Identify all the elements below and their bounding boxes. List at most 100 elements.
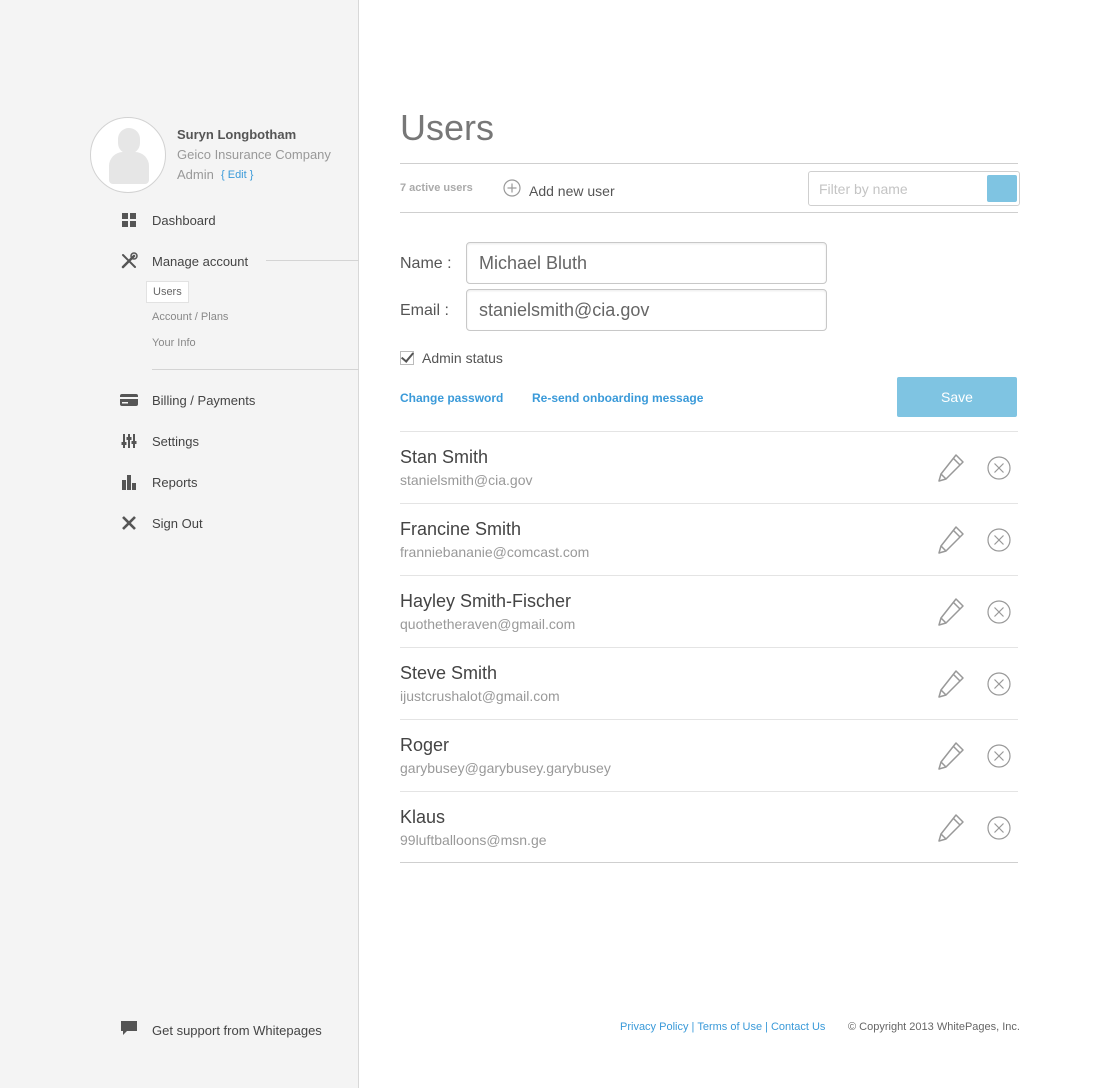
user-row: Klaus 99luftballoons@msn.ge xyxy=(400,791,1018,863)
footer-separator: | xyxy=(691,1021,695,1033)
remove-user-button[interactable] xyxy=(987,456,1011,480)
name-field[interactable] xyxy=(466,242,827,284)
admin-status-label: Admin status xyxy=(422,350,503,366)
nav-item-reports[interactable]: Reports xyxy=(120,472,198,492)
profile-role: Admin xyxy=(177,167,214,182)
user-name: Stan Smith xyxy=(400,447,489,467)
nav-item-billing[interactable]: Billing / Payments xyxy=(120,390,255,410)
edit-user-button[interactable] xyxy=(936,524,966,556)
page-title: Users xyxy=(400,107,495,148)
save-button[interactable]: Save xyxy=(897,377,1017,417)
footer-separator: | xyxy=(765,1021,768,1033)
filter-input[interactable] xyxy=(809,172,987,205)
sidebar-item-your-info[interactable]: Your Info xyxy=(152,337,196,349)
user-name: Roger xyxy=(400,735,450,755)
user-row: Roger garybusey@garybusey.garybusey xyxy=(400,719,1018,791)
remove-user-button[interactable] xyxy=(987,744,1011,768)
user-row: Stan Smith stanielsmith@cia.gov xyxy=(400,431,1018,503)
sidebar-item-users[interactable]: Users xyxy=(146,281,189,303)
close-circle-icon xyxy=(987,528,1011,552)
add-new-user-label: Add new user xyxy=(529,182,615,199)
add-new-user-button[interactable]: Add new user xyxy=(503,179,615,202)
user-row: Steve Smith ijustcrushalot@gmail.com xyxy=(400,647,1018,719)
pencil-icon xyxy=(938,598,964,626)
divider xyxy=(400,163,1018,164)
remove-user-button[interactable] xyxy=(987,672,1011,696)
edit-user-button[interactable] xyxy=(936,596,966,628)
remove-user-button[interactable] xyxy=(987,816,1011,840)
close-circle-icon xyxy=(987,456,1011,480)
nav-item-settings[interactable]: Settings xyxy=(120,431,199,451)
nav-reports-label: Reports xyxy=(152,474,198,490)
pencil-icon xyxy=(938,742,964,770)
chat-bubble-icon xyxy=(120,1020,138,1041)
user-row: Hayley Smith-Fischer quothetheraven@gmail… xyxy=(400,575,1018,647)
nav-settings-label: Settings xyxy=(152,433,199,449)
nav-sign-out-label: Sign Out xyxy=(152,515,203,531)
sliders-icon xyxy=(120,432,138,450)
avatar xyxy=(90,117,166,193)
privacy-policy-link[interactable]: Privacy Policy xyxy=(620,1021,688,1033)
active-users-count: 7 active users xyxy=(400,182,473,194)
user-row: Francine Smith franniebananie@comcast.com xyxy=(400,503,1018,575)
nav-item-sign-out[interactable]: Sign Out xyxy=(120,513,203,533)
nav-item-manage-account[interactable]: Manage account xyxy=(120,251,248,271)
pencil-icon xyxy=(938,814,964,842)
admin-status-checkbox[interactable] xyxy=(400,351,414,365)
user-email: ijustcrushalot@gmail.com xyxy=(400,688,560,704)
filter-box xyxy=(808,171,1020,206)
bar-chart-icon xyxy=(120,473,138,491)
plus-circle-icon xyxy=(503,179,521,202)
close-icon xyxy=(120,514,138,532)
user-email: stanielsmith@cia.gov xyxy=(400,472,533,488)
pencil-icon xyxy=(938,526,964,554)
profile-edit-link[interactable]: { Edit } xyxy=(221,169,253,181)
divider xyxy=(152,369,359,370)
close-circle-icon xyxy=(987,600,1011,624)
edit-user-button[interactable] xyxy=(936,452,966,484)
sidebar: Suryn Longbotham Geico Insurance Company… xyxy=(0,0,359,1088)
divider xyxy=(266,260,359,261)
support-link[interactable]: Get support from Whitepages xyxy=(120,1020,322,1041)
pencil-icon xyxy=(938,454,964,482)
change-password-link[interactable]: Change password xyxy=(400,391,503,405)
profile-company: Geico Insurance Company xyxy=(177,147,331,162)
footer-links: Privacy Policy | Terms of Use | Contact … xyxy=(620,1021,825,1033)
copyright: © Copyright 2013 WhitePages, Inc. xyxy=(848,1021,1020,1033)
remove-user-button[interactable] xyxy=(987,528,1011,552)
user-email: garybusey@garybusey.garybusey xyxy=(400,760,611,776)
close-circle-icon xyxy=(987,672,1011,696)
support-label: Get support from Whitepages xyxy=(152,1023,322,1038)
nav-item-dashboard[interactable]: Dashboard xyxy=(120,210,216,230)
filter-button[interactable] xyxy=(987,175,1017,202)
avatar-body-shape xyxy=(109,152,149,184)
user-name: Steve Smith xyxy=(400,663,498,683)
user-email: franniebananie@comcast.com xyxy=(400,544,590,560)
dashboard-icon xyxy=(120,211,138,229)
email-field[interactable] xyxy=(466,289,827,331)
user-email: 99luftballoons@msn.ge xyxy=(400,832,547,848)
user-email: quothetheraven@gmail.com xyxy=(400,616,576,632)
user-list: Stan Smith stanielsmith@cia.gov Francine S… xyxy=(400,431,1018,863)
edit-user-button[interactable] xyxy=(936,812,966,844)
admin-status-toggle[interactable]: Admin status xyxy=(400,350,503,366)
pencil-icon xyxy=(938,670,964,698)
user-name: Klaus xyxy=(400,807,446,827)
edit-user-button[interactable] xyxy=(936,668,966,700)
nav-manage-account-label: Manage account xyxy=(152,253,249,269)
sidebar-item-account-plans[interactable]: Account / Plans xyxy=(152,311,228,323)
avatar-head-shape xyxy=(118,128,140,154)
email-field-label: Email : xyxy=(400,302,449,319)
divider xyxy=(400,212,1018,213)
resend-onboarding-link[interactable]: Re-send onboarding message xyxy=(532,391,703,405)
close-circle-icon xyxy=(987,744,1011,768)
profile-name: Suryn Longbotham xyxy=(177,127,297,142)
nav-billing-label: Billing / Payments xyxy=(152,392,256,408)
contact-us-link[interactable]: Contact Us xyxy=(771,1021,825,1033)
credit-card-icon xyxy=(120,391,138,409)
user-name: Francine Smith xyxy=(400,519,522,539)
remove-user-button[interactable] xyxy=(987,600,1011,624)
edit-user-button[interactable] xyxy=(936,740,966,772)
close-circle-icon xyxy=(987,816,1011,840)
terms-of-use-link[interactable]: Terms of Use xyxy=(697,1021,762,1033)
